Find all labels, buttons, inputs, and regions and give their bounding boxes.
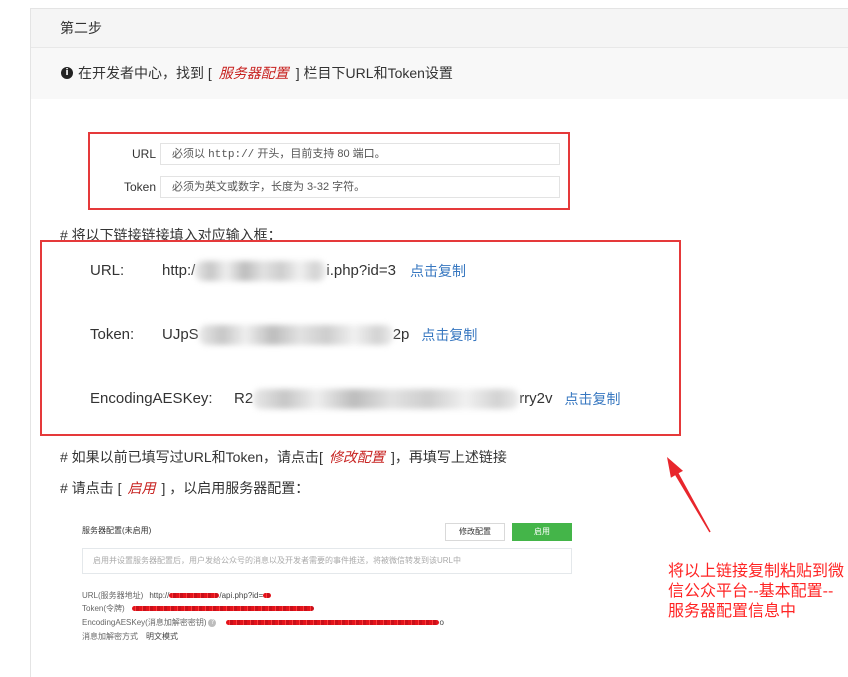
link-value-prefix: R2 (234, 390, 254, 407)
preview-token-label: Token (123, 180, 156, 194)
redacted-scribble (226, 620, 440, 626)
redacted-scribble (131, 606, 314, 612)
help-circle-icon (208, 618, 217, 627)
annotation-line: 将以上链接复制粘贴到微 (668, 563, 845, 580)
link-row-token: Token: UJpS 2p 点击复制 (90, 324, 477, 346)
instruction-enable-before: # 请点击 [ (60, 480, 122, 496)
preview-url-input: 必须以 http:// 开头，目前支持 80 端口。 (160, 143, 560, 165)
preview-url-suffix: /api.php?id= (219, 591, 264, 600)
link-label: URL: (90, 262, 125, 279)
info-circle-icon (61, 67, 73, 79)
red-arrow-icon (667, 457, 711, 533)
preview-aes-row: EncodingAESKey(消息加解密密钥) o (82, 618, 444, 628)
redacted-blur (253, 389, 520, 409)
link-value-suffix: rry2v (519, 390, 553, 407)
link-value-suffix: i.php?id=3 (326, 262, 397, 279)
instruction-modify-after: ]，再填写上述链接 (390, 449, 507, 465)
redacted-scribble (263, 593, 272, 599)
info-highlight: 服务器配置 (218, 65, 289, 81)
copy-aeskey-link[interactable]: 点击复制 (565, 388, 621, 410)
link-value: R2 rry2v 点击复制 (234, 388, 621, 410)
preview-url-label: URL (131, 147, 156, 161)
annotation-text: 将以上链接复制粘贴到微 信公众平台--基本配置-- 服务器配置信息中 (668, 562, 844, 622)
info-text-after: ] 栏目下URL和Token设置 (295, 65, 453, 81)
copy-token-link[interactable]: 点击复制 (421, 324, 477, 346)
step-header: 第二步 (31, 9, 848, 48)
preview-url-row: URL(服务器地址) http:// /api.php?id= (82, 591, 272, 601)
redacted-scribble (169, 593, 220, 599)
copy-url-link[interactable]: 点击复制 (410, 260, 466, 282)
redacted-blur (195, 261, 327, 281)
link-row-aeskey: EncodingAESKey: R2 rry2v 点击复制 (90, 388, 621, 410)
preview-url-placeholder-code: http:// (208, 149, 255, 161)
preview-notice: 启用并设置服务器配置后，用户发给公众号的消息以及开发者需要的事件推送，将被微信转… (82, 548, 572, 574)
link-row-url: URL: http:/ i.php?id=3 点击复制 (90, 260, 466, 282)
preview-token-input: 必须为英文或数字，长度为 3-32 字符。 (160, 176, 560, 198)
link-value-suffix: 2p (392, 326, 410, 343)
preview-mode-label: 消息加解密方式 (82, 632, 138, 641)
preview-aes-suffix: o (439, 618, 444, 627)
annotation-line: 服务器配置信息中 (668, 603, 797, 620)
link-value: UJpS 2p 点击复制 (162, 324, 477, 346)
preview-url-row-label: URL(服务器地址) (82, 591, 144, 600)
annotation-line: 信公众平台--基本配置-- (668, 583, 834, 600)
instruction-modify-before: # 如果以前已填写过URL和Token，请点击[ (60, 449, 323, 465)
instruction-enable-after: ] ，以启用服务器配置： (161, 480, 310, 496)
preview-url-prefix: http:// (149, 591, 170, 600)
preview-token-row: Token(令牌) (82, 604, 314, 614)
preview-config-title: 服务器配置(未启用) (82, 526, 152, 535)
link-value-prefix: http:/ (162, 262, 196, 279)
instruction-enable-highlight: 启用 (127, 480, 156, 496)
preview-url-placeholder-b: 开头，目前支持 80 端口。 (254, 148, 386, 160)
preview-mode-row: 消息加解密方式 明文模式 (82, 632, 178, 642)
link-label: Token: (90, 326, 135, 343)
server-config-preview-image: 服务器配置(未启用) 修改配置 启用 启用并设置服务器配置后，用户发给公众号的消… (80, 519, 576, 647)
link-value-prefix: UJpS (162, 326, 199, 343)
step-title: 第二步 (60, 20, 102, 36)
preview-aes-row-label: EncodingAESKey(消息加解密密钥) (82, 618, 207, 627)
preview-modify-button: 修改配置 (445, 523, 505, 541)
info-bar: 在开发者中心，找到 [ 服务器配置 ] 栏目下URL和Token设置 (31, 48, 848, 99)
instruction-modify-highlight: 修改配置 (328, 449, 385, 465)
link-label: EncodingAESKey: (90, 390, 213, 407)
preview-url-placeholder-a: 必须以 (172, 148, 209, 160)
redacted-blur (198, 325, 393, 345)
instruction-enable: # 请点击 [ 启用 ] ，以启用服务器配置： (60, 479, 309, 497)
link-value: http:/ i.php?id=3 点击复制 (162, 260, 466, 282)
form-preview-image: URL 必须以 http:// 开头，目前支持 80 端口。 Token 必须为… (88, 132, 570, 210)
preview-token-row-label: Token(令牌) (82, 604, 125, 613)
preview-enable-button: 启用 (512, 523, 572, 541)
info-text-before: 在开发者中心，找到 [ (78, 65, 212, 81)
preview-mode-value: 明文模式 (146, 632, 178, 641)
instruction-modify: # 如果以前已填写过URL和Token，请点击[ 修改配置 ]，再填写上述链接 (60, 448, 507, 466)
